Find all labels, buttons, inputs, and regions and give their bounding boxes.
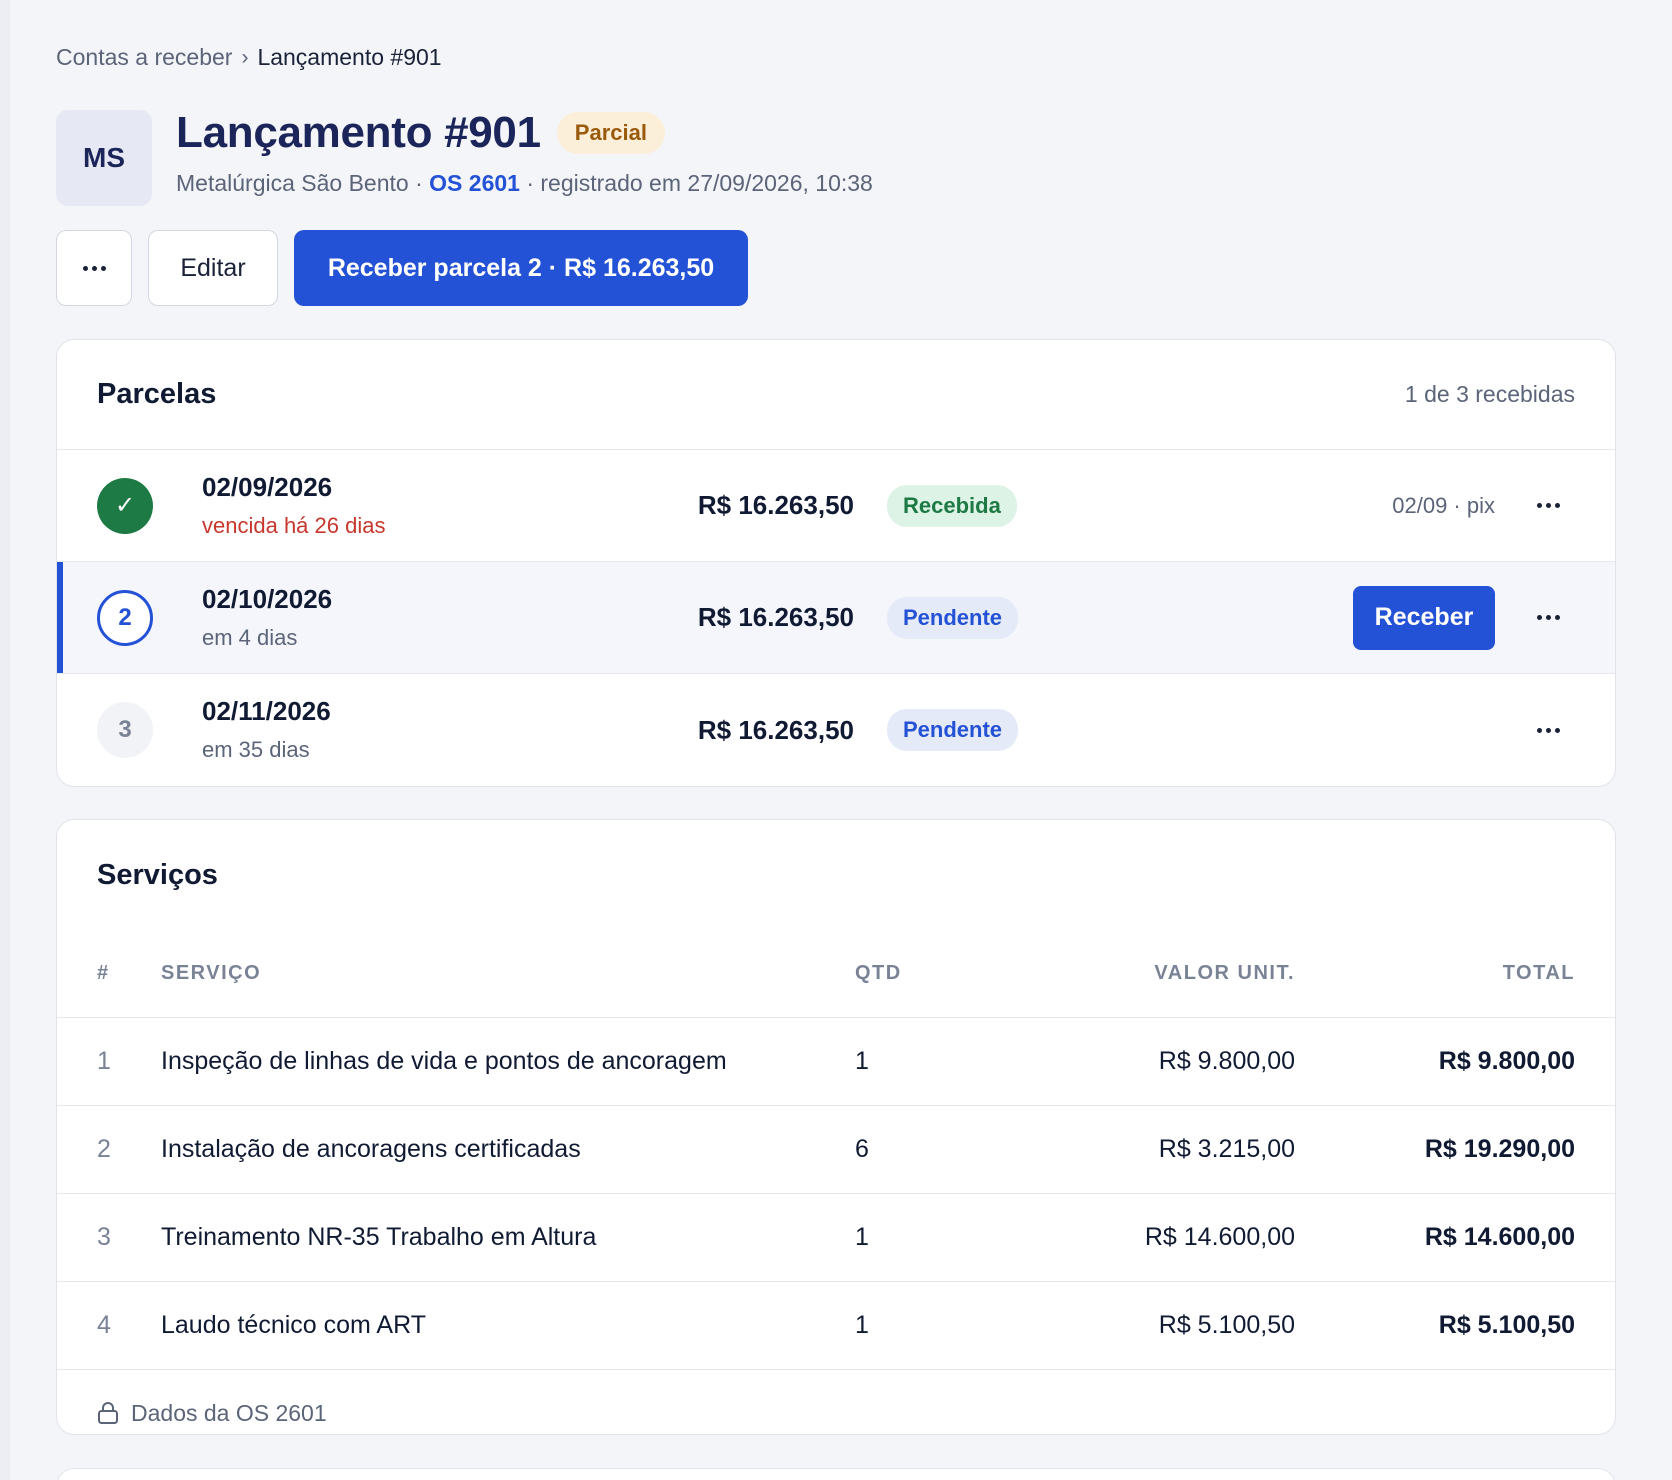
installment-date: 02/10/2026	[202, 584, 333, 614]
installment-due-note: vencida há 26 dias	[202, 513, 386, 538]
services-source-note: Dados da OS 2601	[131, 1399, 327, 1426]
table-row: 4 Laudo técnico com ART 1 R$ 5.100,50 R$…	[57, 1282, 1615, 1370]
table-row: 2 Instalação de ancoragens certificadas …	[57, 1106, 1615, 1194]
services-card: Serviços # SERVIÇO QTD VALOR UNIT. TOTAL…	[56, 819, 1616, 1435]
row-num: 3	[97, 1223, 111, 1251]
installment-row-2: 2 02/10/2026 em 4 dias R$ 16.263,50 Pend…	[57, 562, 1615, 674]
page-subtitle: Metalúrgica São Bento · OS 2601 · regist…	[176, 170, 873, 197]
more-horizontal-icon	[1537, 727, 1560, 733]
installment-amount: R$ 16.263,50	[697, 490, 854, 520]
header-actions: Editar Receber parcela 2 · R$ 16.263,50	[56, 230, 748, 306]
next-card	[56, 1468, 1616, 1480]
breadcrumb-separator: ›	[241, 45, 249, 69]
installment-date: 02/09/2026	[202, 472, 333, 502]
subtitle-separator: ·	[408, 170, 430, 196]
services-table-header: # SERVIÇO QTD VALOR UNIT. TOTAL	[57, 930, 1615, 1018]
edit-button[interactable]: Editar	[148, 230, 278, 306]
installment-due-note: em 35 dias	[202, 737, 310, 762]
installment-date-block: 02/09/2026 vencida há 26 dias	[202, 472, 385, 539]
installment-date: 02/11/2026	[202, 696, 331, 726]
installment-date-block: 02/11/2026 em 35 dias	[202, 696, 331, 763]
more-actions-button[interactable]	[56, 230, 132, 306]
row-num: 2	[97, 1135, 111, 1163]
col-header-num: #	[97, 962, 110, 984]
row-service: Laudo técnico com ART	[161, 1311, 426, 1339]
title-block: Lançamento #901 Parcial Metalúrgica São …	[176, 108, 873, 197]
row-unit-price: R$ 14.600,00	[1144, 1223, 1295, 1251]
row-total: R$ 5.100,50	[1438, 1311, 1575, 1339]
row-unit-price: R$ 5.100,50	[1158, 1311, 1295, 1339]
installments-summary: 1 de 3 recebidas	[1404, 381, 1575, 407]
installment-amount: R$ 16.263,50	[697, 602, 854, 632]
check-icon: ✓	[97, 477, 153, 534]
breadcrumb-parent-link[interactable]: Contas a receber	[56, 44, 232, 71]
installment-status-badge: Pendente	[887, 596, 1019, 639]
client-avatar: MS	[56, 110, 152, 206]
row-unit-price: R$ 9.800,00	[1158, 1047, 1295, 1075]
more-horizontal-icon	[1537, 615, 1560, 620]
row-more-button[interactable]	[1537, 727, 1560, 733]
row-more-button[interactable]	[1537, 615, 1560, 620]
col-header-total: TOTAL	[1502, 962, 1575, 984]
installments-title: Parcelas	[97, 378, 217, 410]
installment-row-1: ✓ 02/09/2026 vencida há 26 dias R$ 16.26…	[57, 450, 1615, 562]
installment-number-marker: 3	[97, 702, 153, 758]
installment-number-marker: 2	[97, 589, 153, 646]
receive-button[interactable]: Receber	[1353, 585, 1495, 650]
services-title: Serviços	[97, 858, 218, 891]
row-total: R$ 9.800,00	[1438, 1047, 1575, 1075]
breadcrumb: Contas a receber › Lançamento #901	[56, 44, 442, 71]
row-service: Instalação de ancoragens certificadas	[161, 1135, 581, 1163]
row-more-button[interactable]	[1537, 503, 1560, 508]
row-service: Inspeção de linhas de vida e pontos de a…	[161, 1047, 727, 1075]
page-title: Lançamento #901	[176, 108, 541, 157]
installment-amount: R$ 16.263,50	[697, 714, 854, 745]
row-qty: 1	[855, 1047, 869, 1075]
title-row: Lançamento #901 Parcial	[176, 108, 873, 158]
installment-status-badge: Recebida	[887, 484, 1017, 527]
installment-date-block: 02/10/2026 em 4 dias	[202, 584, 332, 651]
col-header-qty: QTD	[855, 962, 902, 984]
os-link[interactable]: OS 2601	[429, 170, 520, 196]
table-row: 1 Inspeção de linhas de vida e pontos de…	[57, 1018, 1615, 1106]
page-header: MS Lançamento #901 Parcial Metalúrgica S…	[56, 108, 873, 206]
services-footer: Dados da OS 2601	[57, 1370, 1615, 1434]
status-badge: Parcial	[556, 112, 665, 154]
row-unit-price: R$ 3.215,00	[1158, 1135, 1295, 1163]
installments-card-header: Parcelas 1 de 3 recebidas	[57, 340, 1615, 450]
installment-status-badge: Pendente	[887, 709, 1019, 751]
row-qty: 6	[855, 1135, 869, 1163]
more-horizontal-icon	[1537, 503, 1560, 508]
more-horizontal-icon	[82, 265, 106, 271]
services-card-header: Serviços	[57, 820, 1615, 930]
client-name: Metalúrgica São Bento	[176, 170, 409, 196]
left-edge	[0, 0, 10, 1480]
col-header-unit-price: VALOR UNIT.	[1154, 962, 1295, 984]
row-total: R$ 14.600,00	[1424, 1223, 1575, 1251]
row-service: Treinamento NR-35 Trabalho em Altura	[161, 1223, 597, 1251]
row-qty: 1	[855, 1223, 869, 1251]
row-total: R$ 19.290,00	[1424, 1135, 1575, 1163]
table-row: 3 Treinamento NR-35 Trabalho em Altura 1…	[57, 1194, 1615, 1282]
row-num: 4	[97, 1311, 111, 1339]
breadcrumb-current: Lançamento #901	[257, 44, 442, 70]
registered-at: · registrado em 27/09/2026, 10:38	[519, 170, 873, 196]
row-num: 1	[97, 1047, 111, 1075]
row-qty: 1	[855, 1311, 869, 1339]
installment-payment-info: 02/09 · pix	[1392, 492, 1495, 518]
lock-icon	[98, 1402, 118, 1424]
receive-installment-button[interactable]: Receber parcela 2 · R$ 16.263,50	[294, 230, 748, 306]
installment-row-3: 3 02/11/2026 em 35 dias R$ 16.263,50 Pen…	[57, 674, 1615, 786]
installments-card: Parcelas 1 de 3 recebidas ✓ 02/09/2026 v…	[56, 339, 1616, 787]
col-header-service: SERVIÇO	[161, 962, 262, 984]
installment-due-note: em 4 dias	[202, 625, 298, 650]
